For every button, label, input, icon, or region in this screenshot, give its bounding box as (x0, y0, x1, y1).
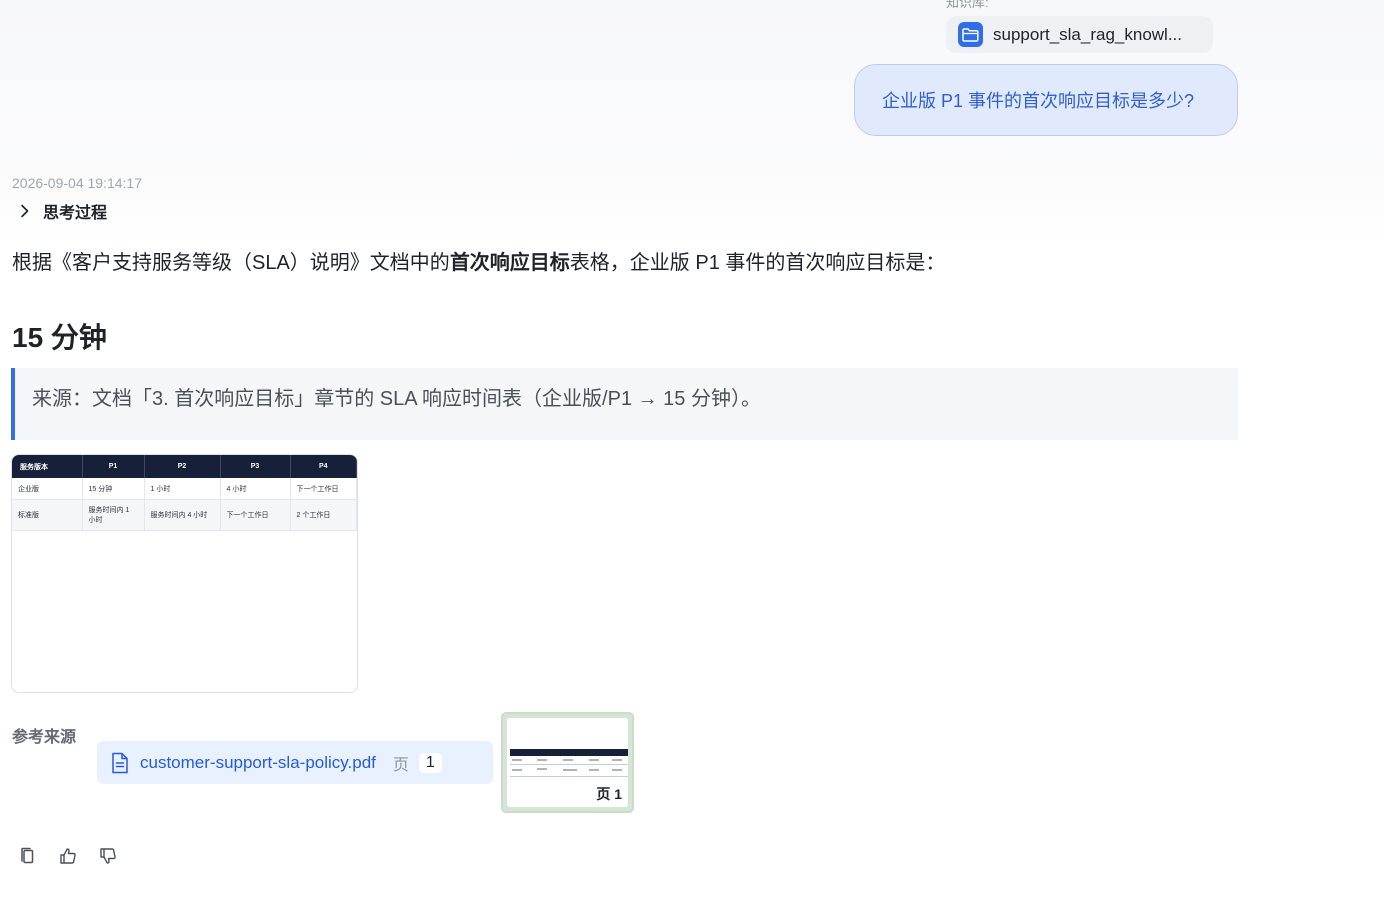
thinking-toggle[interactable]: 思考过程 (16, 200, 107, 222)
knowledge-base-label: 知识库: (946, 0, 989, 10)
sla-preview-table: 服务版本 P1 P2 P3 P4 企业版 15 分钟 1 小时 4 小时 下一个… (12, 455, 357, 531)
document-icon (112, 752, 128, 773)
source-page-label: 页 (392, 756, 409, 774)
thumbnail-text-mark (612, 769, 622, 771)
knowledge-base-name: support_sla_rag_knowl... (993, 24, 1183, 44)
table-cell: 服务时间内 4 小时 (144, 499, 221, 531)
thumbs-down-icon[interactable] (97, 845, 119, 867)
user-question-text: 企业版 P1 事件的首次响应目标是多少? (882, 91, 1195, 111)
thinking-label: 思考过程 (43, 205, 108, 222)
user-question-bubble: 企业版 P1 事件的首次响应目标是多少? (854, 64, 1238, 136)
thumbnail-table-header (510, 749, 628, 756)
thumbnail-text-mark (512, 759, 522, 761)
answer-timestamp: 2026-09-04 19:14:17 (12, 175, 142, 191)
chevron-right-icon (21, 204, 29, 218)
intro-text-bold: 首次响应目标 (449, 252, 570, 274)
answer-actions (17, 845, 137, 867)
sources-label: 参考来源 (12, 729, 77, 746)
table-cell: 4 小时 (220, 478, 291, 500)
folder-icon (958, 22, 983, 47)
table-cell: 标准版 (12, 499, 83, 531)
thumbnail-text-mark (589, 769, 599, 771)
thumbnail-text-mark (589, 759, 599, 761)
answer-heading: 15 分钟 (12, 322, 107, 353)
table-header-cell: 服务版本 (12, 455, 83, 478)
table-header-cell: P2 (144, 455, 221, 478)
thumbs-up-icon[interactable] (57, 845, 79, 867)
thumbnail-text-mark (537, 768, 547, 770)
copy-icon[interactable] (17, 845, 39, 867)
thumbnail-row-divider (510, 776, 628, 777)
table-cell: 下一个工作日 (290, 478, 357, 500)
thumbnail-page-badge: 页 1 (590, 781, 628, 807)
intro-text-before: 根据《客户支持服务等级（SLA）说明》文档中的 (12, 252, 450, 274)
thumbnail-row-divider (510, 764, 628, 765)
table-cell: 2 个工作日 (290, 499, 357, 531)
thumbnail-text-mark (612, 759, 622, 761)
table-cell: 企业版 (12, 478, 83, 500)
table-preview-card[interactable]: 服务版本 P1 P2 P3 P4 企业版 15 分钟 1 小时 4 小时 下一个… (11, 454, 358, 693)
table-header-cell: P1 (82, 455, 145, 478)
table-header-cell: P4 (290, 455, 357, 478)
source-page-thumbnail[interactable]: 页 1 (501, 712, 634, 813)
thumbnail-text-mark (537, 759, 547, 761)
source-quote-text: 来源：文档「3. 首次响应目标」章节的 SLA 响应时间表（企业版/P1 → 1… (32, 388, 761, 410)
table-cell: 1 小时 (144, 478, 221, 500)
table-row: 企业版 15 分钟 1 小时 4 小时 下一个工作日 (12, 478, 357, 500)
knowledge-base-chip[interactable]: support_sla_rag_knowl... (946, 16, 1213, 53)
answer-intro: 根据《客户支持服务等级（SLA）说明》文档中的首次响应目标表格，企业版 P1 事… (12, 246, 945, 275)
source-file-name: customer-support-sla-policy.pdf (140, 752, 376, 772)
table-cell: 服务时间内 1 小时 (82, 499, 145, 531)
source-page-number: 1 (418, 752, 442, 773)
thumbnail-text-mark (512, 769, 522, 771)
source-document-link[interactable]: customer-support-sla-policy.pdf 页 1 (97, 741, 493, 784)
thumbnail-text-mark (563, 769, 577, 771)
intro-text-after: 表格，企业版 P1 事件的首次响应目标是： (569, 252, 946, 274)
table-header-cell: P3 (220, 455, 291, 478)
thumbnail-text-mark (563, 759, 573, 761)
source-quote: 来源：文档「3. 首次响应目标」章节的 SLA 响应时间表（企业版/P1 → 1… (11, 368, 1238, 440)
table-header-row: 服务版本 P1 P2 P3 P4 (12, 455, 357, 478)
table-cell: 15 分钟 (82, 478, 145, 500)
table-cell: 下一个工作日 (220, 499, 291, 531)
table-row: 标准版 服务时间内 1 小时 服务时间内 4 小时 下一个工作日 2 个工作日 (12, 499, 357, 531)
